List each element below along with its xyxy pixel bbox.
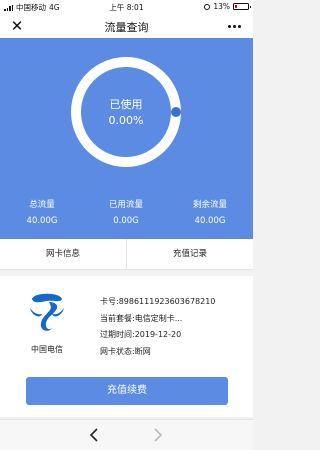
card-status: 网卡状态:断网 [100,346,151,356]
stat-used: 已用流量 0.00G [84,198,168,226]
stat-total: 总流量 40.00G [0,198,84,226]
more-icon[interactable] [223,17,245,35]
stat-total-label: 总流量 [29,200,55,210]
close-icon[interactable]: ✕ [8,17,26,35]
tab-recharge-history[interactable]: 充值记录 [127,239,253,269]
usage-ring-value: 0.00% [108,114,144,127]
stat-remaining-value: 40.00G [194,216,226,226]
chevron-left-icon[interactable] [86,426,104,444]
chevron-right-icon[interactable] [148,426,166,444]
usage-panel: 已使用 0.00% 总流量 40.00G 已用流量 0.00G 剩余流量 40.… [0,38,253,239]
card-info-panel: 中国电信 卡号:8986111923603678210 当前套餐:电信定制卡..… [0,276,253,417]
stat-total-value: 40.00G [26,216,58,226]
card-plan: 当前套餐:电信定制卡... [100,313,183,323]
stat-remaining-label: 剩余流量 [192,200,227,210]
tab-bar: 网卡信息 充值记录 [0,239,253,270]
recharge-button[interactable]: 充值续费 [26,377,228,405]
usage-ring-graphic [71,57,181,167]
carrier-label: 中国电信 [31,345,63,354]
card-expiry: 过期时间:2019-12-20 [100,330,182,339]
stat-used-label: 已用流量 [108,200,143,210]
bottom-nav-bar [0,419,253,450]
stat-used-value: 0.00G [113,216,139,226]
battery-level [235,5,237,8]
usage-stats: 总流量 40.00G 已用流量 0.00G 剩余流量 40.00G [0,198,253,234]
logo-swoosh-body [40,302,58,331]
tab-card-info[interactable]: 网卡信息 [0,239,126,269]
usage-ring-track [71,57,181,167]
status-right: 13% [204,2,251,11]
status-bar: 中国移动 4G 上午 8:01 13% [0,0,253,14]
battery-icon [233,3,251,10]
card-number: 卡号:8986111923603678210 [100,297,216,306]
stat-remaining: 剩余流量 40.00G [168,198,252,226]
nav-bar: ✕ 流量查询 [0,14,253,38]
page-title: 流量查询 [104,21,149,34]
usage-ring: 已使用 0.00% [70,56,182,168]
usage-ring-label: 已使用 [109,98,143,111]
alarm-icon [204,3,211,10]
battery-percent: 13% [213,2,230,11]
card-details: 卡号:8986111923603678210 当前套餐:电信定制卡... 过期时… [100,294,215,360]
china-telecom-logo-icon [30,293,64,331]
logo-swoosh-top [32,293,62,303]
